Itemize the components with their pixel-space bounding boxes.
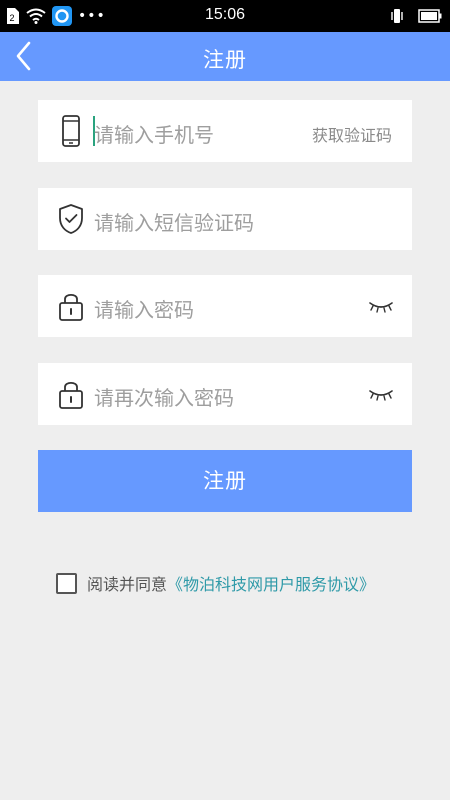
sms-code-field[interactable]: 请输入短信验证码	[38, 188, 412, 250]
get-verification-code-button[interactable]: 获取验证码	[312, 122, 392, 146]
battery-icon	[418, 9, 442, 23]
confirm-password-input-placeholder: 请再次输入密码	[94, 386, 234, 410]
vibrate-icon	[391, 9, 403, 23]
page-title: 注册	[203, 48, 247, 72]
register-button[interactable]: 注册	[38, 450, 412, 512]
confirm-password-field[interactable]: 请再次输入密码	[38, 363, 412, 425]
smartphone-icon	[62, 115, 80, 147]
password-input-placeholder: 请输入密码	[94, 298, 194, 322]
eye-closed-icon[interactable]	[368, 387, 394, 401]
status-time: 15:06	[204, 6, 246, 23]
lock-icon	[59, 381, 83, 409]
phone-input-placeholder: 请输入手机号	[94, 123, 214, 147]
agreement-row: 阅读并同意 《物泊科技网用户服务协议》	[56, 572, 375, 594]
user-agreement-link[interactable]: 《物泊科技网用户服务协议》	[167, 571, 375, 595]
agreement-text: 阅读并同意	[87, 575, 168, 594]
status-bar: 2 ••• 15:06	[0, 0, 450, 32]
password-field[interactable]: 请输入密码	[38, 275, 412, 337]
eye-closed-icon[interactable]	[368, 299, 394, 313]
sms-code-input-placeholder: 请输入短信验证码	[94, 211, 254, 235]
phone-field[interactable]: 请输入手机号 获取验证码	[38, 100, 412, 162]
agreement-checkbox[interactable]	[56, 572, 77, 594]
lock-icon	[59, 293, 83, 321]
nav-bar: 注册	[0, 32, 450, 81]
status-right-indicators	[390, 6, 442, 26]
shield-check-icon	[59, 204, 83, 234]
